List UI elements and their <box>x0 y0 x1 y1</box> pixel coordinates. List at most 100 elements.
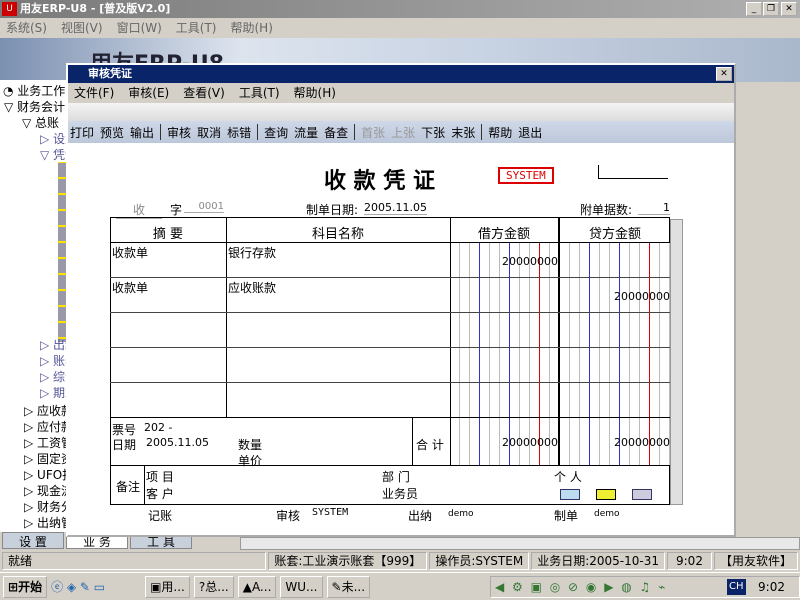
tree-item[interactable]: ▷ 应付款管理 <box>24 418 68 435</box>
mark-error-button[interactable]: 标错 <box>227 124 251 141</box>
tree-item[interactable]: ▷ 工资管理 <box>24 434 68 451</box>
tree-item[interactable]: ▷ 账表 <box>40 352 68 369</box>
preview-button[interactable]: 预览 <box>100 124 124 141</box>
tree-item[interactable]: ▷ 出纳管理 <box>24 514 68 531</box>
tree-item[interactable]: ▷ 期末 <box>40 384 68 401</box>
task-acrobat[interactable]: ▲A... <box>237 575 277 598</box>
menu-view[interactable]: 视图(V) <box>61 18 103 38</box>
menu-file[interactable]: 文件(F) <box>74 83 114 103</box>
cashflow-button[interactable]: 流量 <box>294 124 318 141</box>
tree-header[interactable]: ◔ 业务工作 <box>3 82 65 99</box>
taskbar: ⊞开始 ⓔ ◈ ✎ ▭ ▣用... ?总... ▲A... WU... ✎未..… <box>0 572 800 600</box>
quantity-label: 数量 <box>238 438 263 452</box>
voucher-extra-field[interactable] <box>598 165 668 179</box>
dialog-close-button[interactable]: ✕ <box>716 67 732 81</box>
row-2-credit[interactable]: 20000000 <box>560 290 670 303</box>
total-credit: 20000000 <box>614 436 670 449</box>
voucher-date[interactable]: 2005.11.05 <box>364 201 427 215</box>
menu-window[interactable]: 窗口(W) <box>117 18 162 38</box>
exit-button[interactable]: 退出 <box>518 124 542 141</box>
row-1-summary[interactable]: 收款单 <box>112 244 148 261</box>
debit-grid <box>450 242 558 465</box>
query-button[interactable]: 查询 <box>264 124 288 141</box>
header-credit: 贷方金额 <box>588 227 641 242</box>
grid-divider <box>619 242 620 465</box>
tree-item[interactable]: ▽ 总账 <box>22 114 59 131</box>
tree-item[interactable]: ▷ 财务分析 <box>24 498 68 515</box>
menu-view[interactable]: 查看(V) <box>183 83 225 103</box>
maker: demo <box>594 509 620 519</box>
help-button[interactable]: 帮助 <box>488 124 512 141</box>
close-button[interactable]: ✕ <box>781 2 797 16</box>
header-account: 科目名称 <box>311 227 364 242</box>
task-word[interactable]: WU... <box>280 575 323 598</box>
task-general[interactable]: ?总... <box>193 575 234 598</box>
row-divider <box>110 277 670 278</box>
restore-button[interactable]: ❐ <box>763 2 779 16</box>
tree-item[interactable]: ▷ 现金流量表 <box>24 482 68 499</box>
menu-help[interactable]: 帮助(H) <box>294 83 336 103</box>
last-button[interactable]: 末张 <box>451 124 475 141</box>
task-ufida[interactable]: ▣用... <box>145 575 190 598</box>
vertical-scrollbar[interactable] <box>670 219 683 505</box>
status-company: 【用友软件】 <box>713 552 798 570</box>
maker-label: 制单 <box>554 509 579 523</box>
voucher-area: 收 款 凭 证 SYSTEM 收 字 0001 制单日期: 2005.11.05… <box>68 143 734 535</box>
header-summary: 摘 要 <box>152 227 184 242</box>
row-2-account[interactable]: 应收账款 <box>228 279 276 296</box>
audit-label: 审核 <box>276 509 301 523</box>
menu-tools[interactable]: 工具(T) <box>176 18 217 38</box>
menu-tools[interactable]: 工具(T) <box>239 83 280 103</box>
menu-audit[interactable]: 审核(E) <box>128 83 169 103</box>
notes-label: 备注 <box>116 480 141 494</box>
memo-icon[interactable] <box>560 489 580 500</box>
tree-item[interactable]: ▷ 固定资产 <box>24 450 68 467</box>
attach-count[interactable]: 1 <box>638 201 670 215</box>
tree-item[interactable]: ▽ 凭证 <box>40 146 68 163</box>
cancel-button[interactable]: 取消 <box>197 124 221 141</box>
start-button[interactable]: ⊞开始 <box>3 575 48 598</box>
quicklaunch-icons[interactable]: ⓔ ◈ ✎ ▭ <box>51 578 141 595</box>
prev-button[interactable]: 上张 <box>391 124 415 141</box>
memo-button[interactable]: 备查 <box>324 124 348 141</box>
task-untitled[interactable]: ✎未... <box>326 575 371 598</box>
row-1-debit[interactable]: 20000000 <box>450 255 558 268</box>
tree-item[interactable]: ▷ UFO报表 <box>24 466 68 483</box>
card-icon[interactable] <box>596 489 616 500</box>
col-divider <box>412 417 413 465</box>
salesman-label: 业务员 <box>382 487 419 501</box>
menu-help[interactable]: 帮助(H) <box>231 18 273 38</box>
export-button[interactable]: 输出 <box>130 124 154 141</box>
tab-settings[interactable]: 设 置 <box>2 532 64 549</box>
tree-item[interactable]: ▷ 出纳 <box>40 336 68 353</box>
attach-label: 附单据数: <box>580 203 633 217</box>
voucher-title: 收 款 凭 证 <box>324 169 435 194</box>
tree-item[interactable]: ▷ 综合辅助 <box>40 368 68 385</box>
language-indicator[interactable]: CH <box>727 578 746 595</box>
minimize-button[interactable]: _ <box>746 2 762 16</box>
next-button[interactable]: 下张 <box>421 124 445 141</box>
col-divider <box>558 217 560 465</box>
grid-divider <box>539 242 540 465</box>
app-logo-icon: U <box>2 2 17 16</box>
status-bar: 就绪 账套:工业演示账套【999】 操作员:SYSTEM 业务日期:2005-1… <box>0 550 800 572</box>
toolbar: 打印 预览 输出 审核 取消 标错 查询 流量 备查 首张 上张 下张 末张 帮… <box>68 121 734 143</box>
edit-icon[interactable] <box>632 489 652 500</box>
tree-item[interactable]: ▽ 财务会计 <box>4 98 65 115</box>
menu-system[interactable]: 系统(S) <box>6 18 47 38</box>
dialog-title: 审核凭证 <box>68 65 734 83</box>
tree-item[interactable]: ▷ 应收款管理 <box>24 402 68 419</box>
print-button[interactable]: 打印 <box>70 124 94 141</box>
row-1-account[interactable]: 银行存款 <box>228 244 276 261</box>
grid-divider <box>649 242 650 465</box>
tray-icons[interactable]: ◀ ⚙ ▣ ◎ ⊘ ◉ ▶ ◍ ♫ ⌁ <box>495 577 667 597</box>
audit-button[interactable]: 审核 <box>167 124 191 141</box>
first-button[interactable]: 首张 <box>361 124 385 141</box>
header-debit: 借方金额 <box>477 227 530 242</box>
clock: 9:02 <box>758 579 785 594</box>
horizontal-scrollbar[interactable] <box>240 537 800 550</box>
row-2-summary[interactable]: 收款单 <box>112 279 148 296</box>
tree-item[interactable]: ▷ 设置 <box>40 130 68 147</box>
auditor: SYSTEM <box>312 507 349 518</box>
voucher-number[interactable]: 0001 <box>184 201 224 213</box>
